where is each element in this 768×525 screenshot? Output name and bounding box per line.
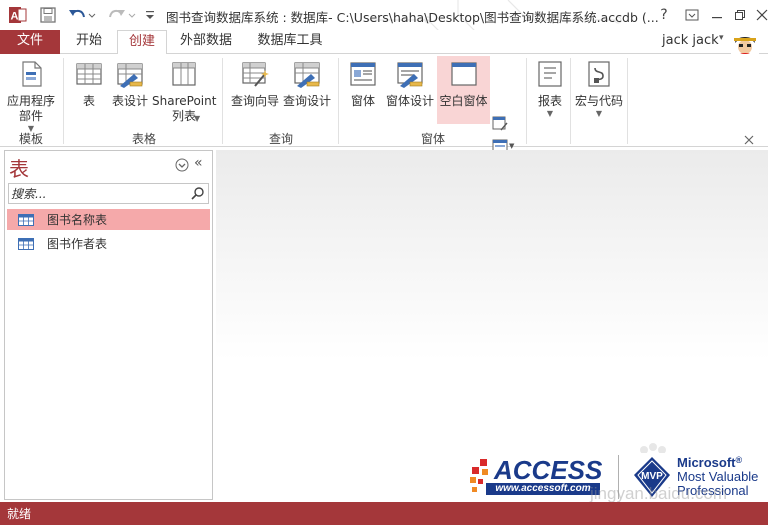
minimize-icon	[712, 17, 722, 19]
svg-text:A: A	[11, 11, 19, 23]
ribbon-display-icon	[685, 9, 699, 21]
nav-pane-title[interactable]: 表	[9, 153, 29, 182]
sharepoint-lists-button[interactable]: SharePoint 列表 ▼	[152, 58, 216, 124]
group-label-forms: 窗体	[420, 132, 445, 146]
redo-button[interactable]	[107, 5, 137, 25]
title-bar: A 图书查询数据库系统 : 数据库- C:\Users\haha\Desktop…	[0, 0, 768, 54]
group-separator	[63, 58, 64, 144]
collapse-pane-button[interactable]: «	[194, 155, 203, 171]
blank-form-button[interactable]: 空白窗体	[437, 56, 490, 124]
close-document-button[interactable]	[744, 134, 754, 149]
nav-item-label: 图书作者表	[47, 237, 108, 251]
mvp-line-most-valuable: Most Valuable	[677, 469, 759, 484]
tab-file[interactable]: 文件	[0, 30, 60, 54]
report-icon	[538, 61, 562, 87]
search-icon[interactable]	[190, 186, 205, 201]
table-design-button[interactable]: 表设计	[108, 58, 152, 109]
caret-down-icon: ▼	[546, 109, 554, 118]
close-icon	[756, 9, 768, 21]
group-label-queries: 查询	[268, 132, 293, 146]
group-label-templates: 模板	[18, 132, 43, 146]
navigation-pane: 表 « 图书名称表 图书作者表	[4, 150, 213, 500]
nav-item-table-book-names[interactable]: 图书名称表	[7, 209, 210, 230]
search-input[interactable]	[11, 185, 189, 202]
caret-down-icon: ▼	[194, 114, 201, 123]
user-name[interactable]: jack jack	[662, 33, 719, 48]
form-wizard-icon	[492, 116, 508, 131]
access-app-icon[interactable]: A	[8, 5, 28, 25]
microsoft-text: Microsoft®	[677, 455, 743, 470]
form-icon	[350, 62, 376, 86]
table-button[interactable]: 表	[70, 58, 108, 109]
ribbon-create: 应用程序 部件 ▼ 模板 表 表设计 SharePoint 列表 ▼ 表格 查询…	[0, 54, 768, 176]
table-icon	[76, 63, 102, 85]
application-parts-icon	[22, 61, 42, 87]
user-menu-caret-icon[interactable]: ▾	[719, 33, 724, 43]
nav-item-table-book-authors[interactable]: 图书作者表	[7, 233, 210, 254]
form-design-button[interactable]: 窗体设计	[383, 58, 437, 109]
application-parts-button[interactable]: 应用程序 部件 ▼	[2, 58, 60, 134]
form-button[interactable]: 窗体	[345, 58, 381, 109]
tab-database-tools[interactable]: 数据库工具	[248, 30, 332, 54]
customize-qat-button[interactable]	[143, 5, 157, 25]
table-icon	[18, 213, 34, 226]
reports-button[interactable]: 报表 ▼	[530, 58, 570, 119]
document-workspace[interactable]	[216, 150, 768, 500]
close-icon	[744, 135, 754, 145]
search-box	[8, 183, 209, 204]
tab-home[interactable]: 开始	[64, 30, 114, 54]
nav-item-label: 图书名称表	[47, 213, 108, 227]
blank-form-icon	[450, 62, 477, 86]
query-wizard-icon	[242, 62, 269, 87]
status-bar: 就绪	[0, 502, 768, 525]
caret-down-icon: ▼	[595, 109, 603, 118]
tab-create[interactable]: 创建	[117, 30, 167, 55]
group-label-tables: 表格	[131, 132, 156, 146]
close-button[interactable]	[749, 4, 768, 26]
table-icon	[18, 237, 34, 250]
access-logo-text: ACCESS	[494, 455, 603, 485]
query-design-icon	[294, 62, 320, 88]
query-wizard-button[interactable]: 查询向导	[228, 58, 282, 109]
group-separator	[526, 58, 527, 144]
redo-icon	[109, 9, 136, 18]
tab-external-data[interactable]: 外部数据	[170, 30, 242, 54]
table-design-icon	[117, 63, 143, 88]
nav-pane-menu-icon[interactable]	[175, 158, 189, 172]
help-button[interactable]: ?	[651, 4, 677, 26]
status-text: 就绪	[7, 507, 32, 521]
group-separator	[222, 58, 223, 144]
macros-and-code-button[interactable]: 宏与代码 ▼	[574, 58, 624, 119]
group-separator	[338, 58, 339, 144]
site-watermark: jingyan.baidu.com	[590, 484, 728, 503]
restore-icon	[735, 10, 745, 20]
access-logo-url: www.accessoft.com	[486, 483, 600, 495]
caret-down-icon	[146, 11, 154, 19]
macro-icon	[588, 61, 610, 87]
mvp-badge-text: MVP	[641, 471, 663, 482]
sharepoint-list-icon	[172, 62, 196, 86]
window-title: 图书查询数据库系统 : 数据库- C:\Users\haha\Desktop\图…	[166, 10, 659, 25]
query-design-button[interactable]: 查询设计	[282, 58, 332, 109]
form-design-icon	[397, 62, 423, 88]
save-icon	[40, 7, 56, 23]
group-separator	[570, 58, 571, 144]
undo-icon	[69, 9, 96, 18]
save-button[interactable]	[38, 5, 58, 25]
ribbon-tabs: 文件 开始 创建 外部数据 数据库工具 jack jack ▾	[0, 30, 768, 60]
ribbon-display-options-button[interactable]	[679, 4, 705, 26]
undo-button[interactable]	[67, 5, 97, 25]
group-separator	[627, 58, 628, 144]
